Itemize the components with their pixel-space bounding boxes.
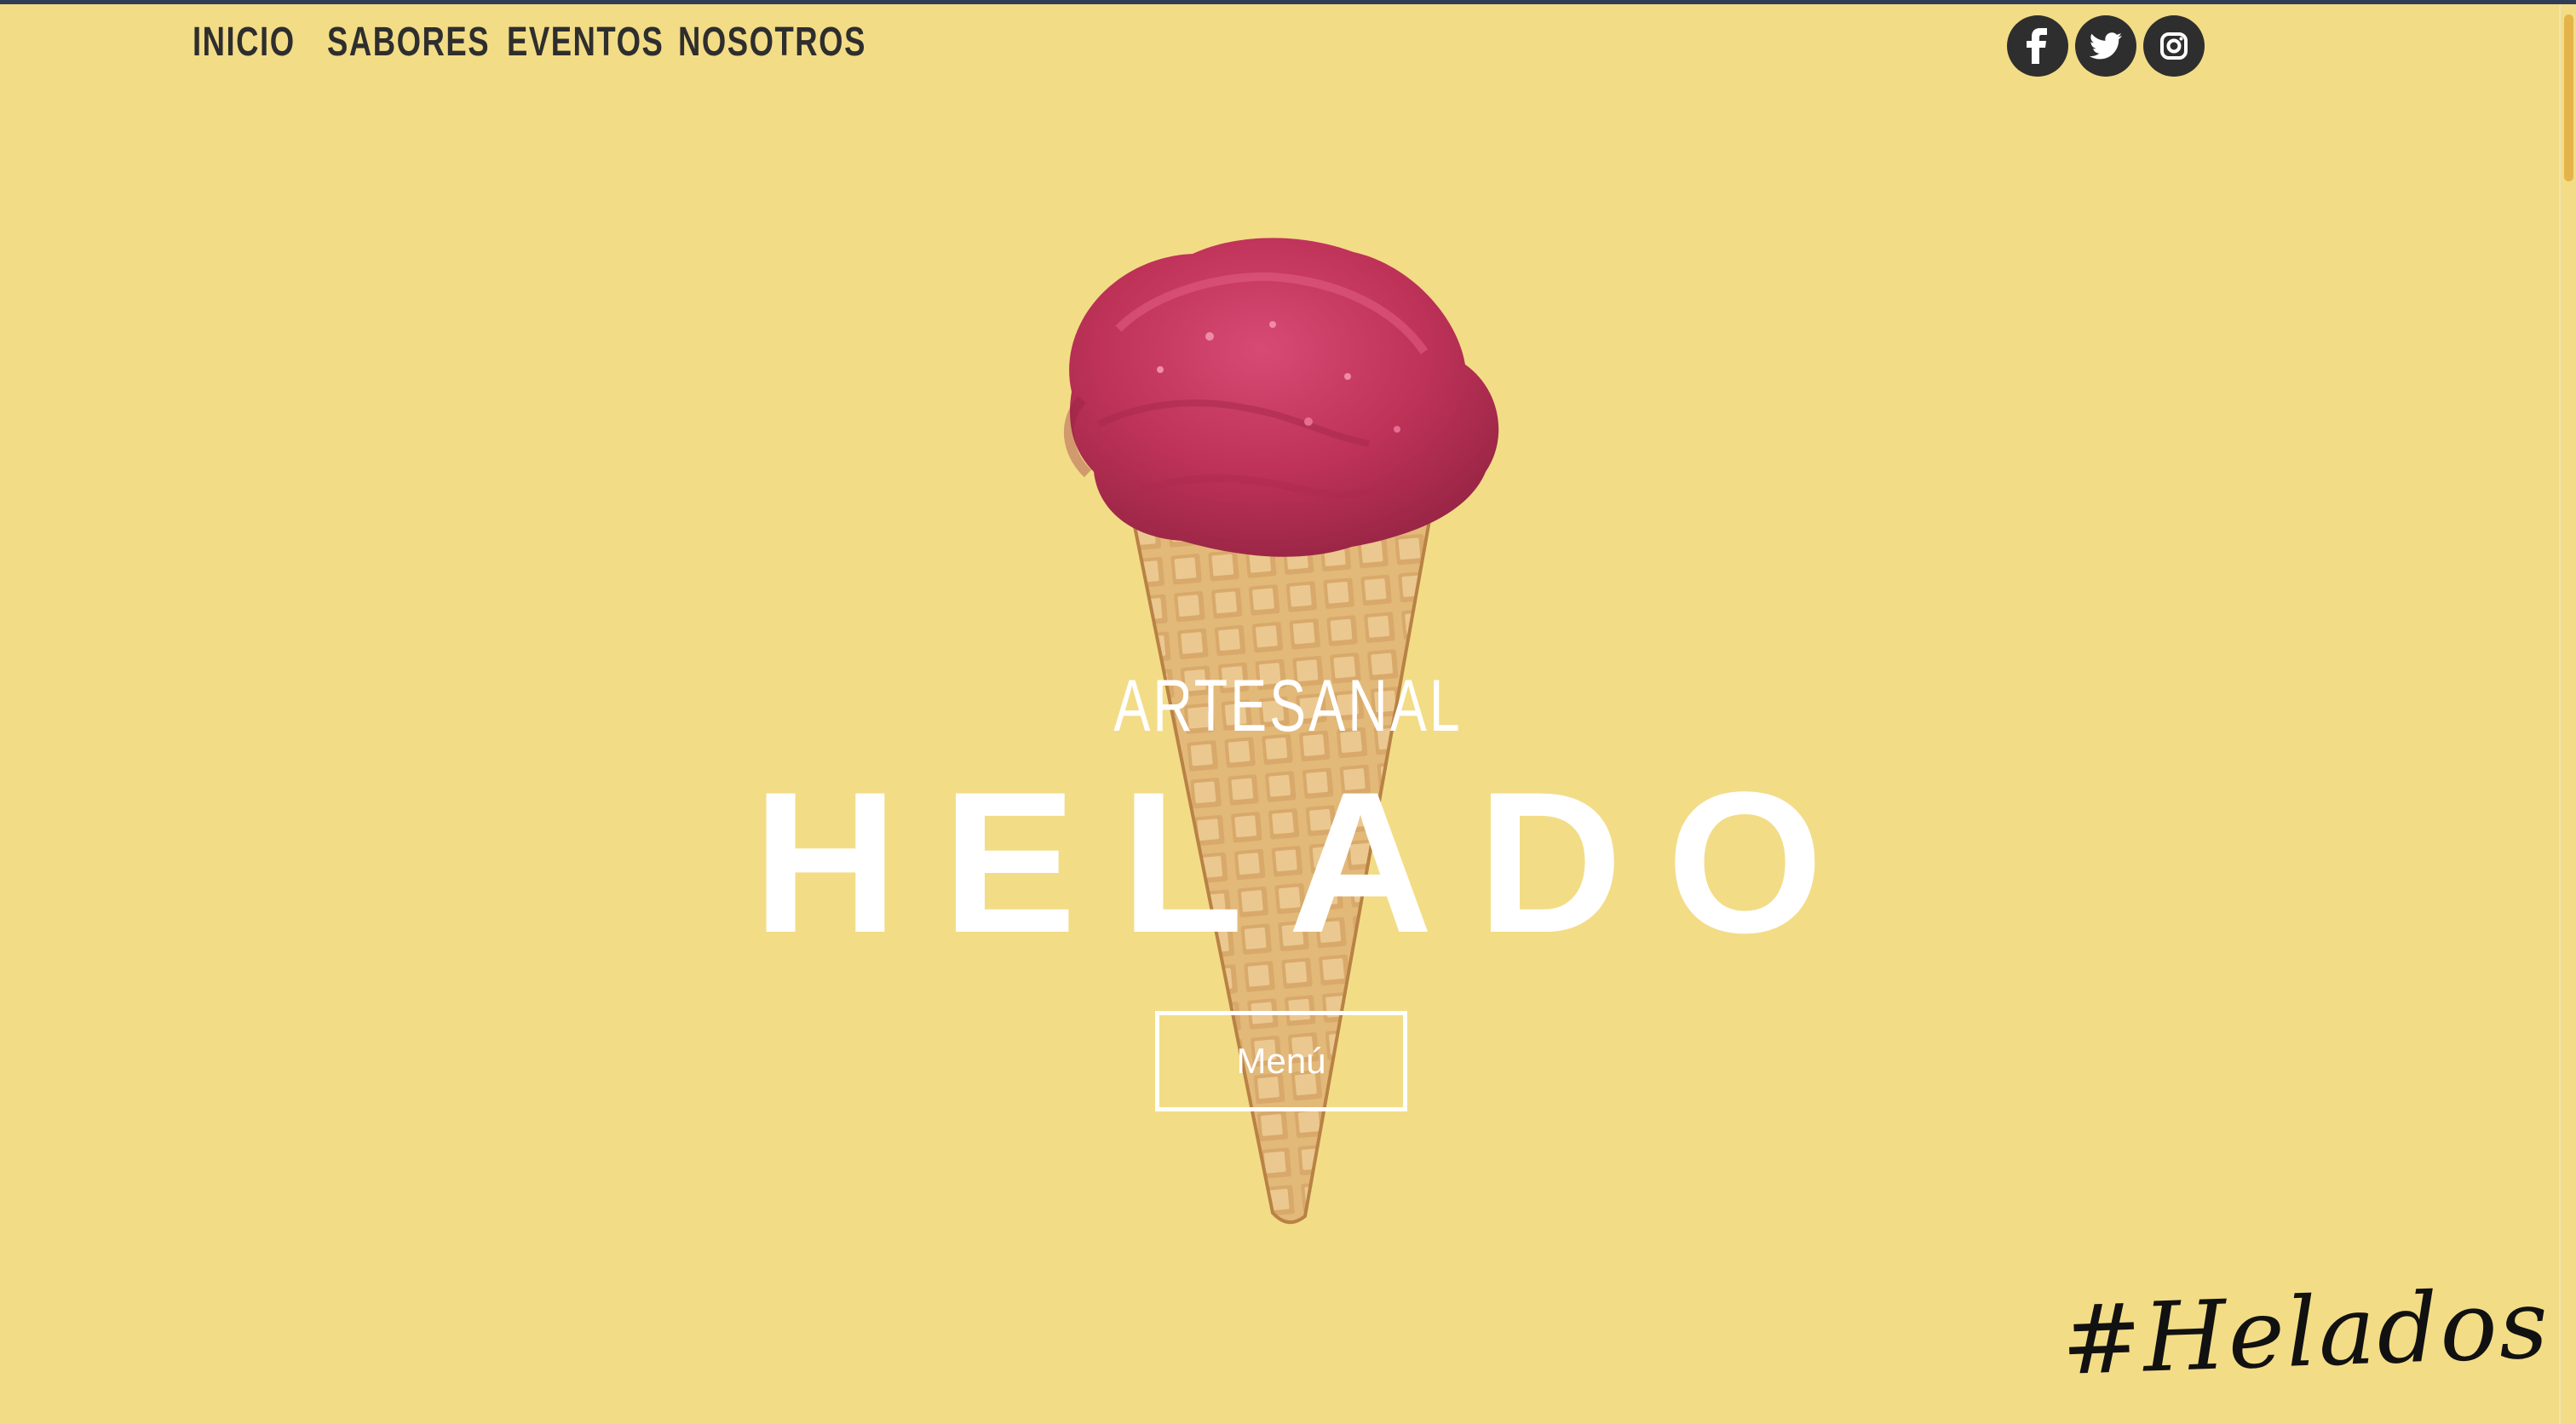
social-links xyxy=(2007,15,2205,77)
hero-eyebrow: ARTESANAL xyxy=(1113,665,1463,747)
scrollbar-thumb[interactable] xyxy=(2564,14,2573,181)
page-scrollbar[interactable] xyxy=(2559,4,2576,1424)
hashtag-signature: #Helados xyxy=(2059,1269,2552,1397)
menu-button[interactable]: Menú xyxy=(1155,1011,1407,1111)
nav-item-sabores[interactable]: SABORES xyxy=(327,14,490,72)
nav-item-eventos[interactable]: EVENTOS xyxy=(507,14,664,72)
top-border xyxy=(0,0,2576,4)
instagram-icon xyxy=(2160,32,2188,60)
twitter-button[interactable] xyxy=(2075,15,2136,77)
nav-item-nosotros[interactable]: NOSOTROS xyxy=(678,14,866,72)
main-navigation: INICIO SABORES EVENTOS NOSOTROS xyxy=(193,14,865,72)
hero-title: HELADO xyxy=(752,750,1868,975)
facebook-icon xyxy=(2027,28,2047,64)
facebook-button[interactable] xyxy=(2007,15,2068,77)
nav-item-inicio[interactable]: INICIO xyxy=(193,14,296,72)
twitter-icon xyxy=(2090,32,2122,60)
instagram-button[interactable] xyxy=(2143,15,2205,77)
